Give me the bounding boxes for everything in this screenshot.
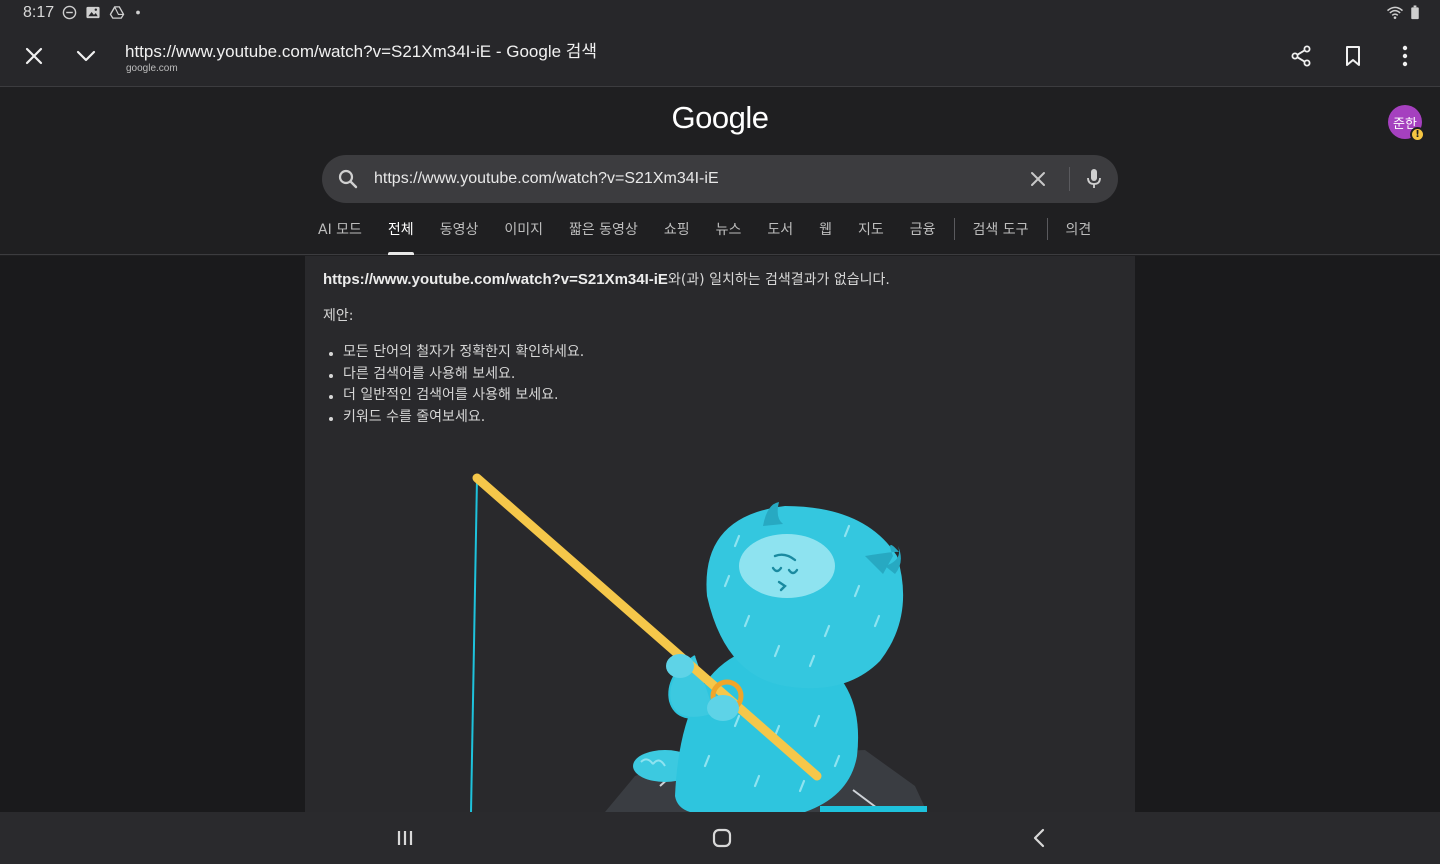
page-title: https://www.youtube.com/watch?v=S21Xm34I… <box>125 42 598 61</box>
avatar-warning-badge: ! <box>1410 127 1425 142</box>
search-header: Google 준한 ! AI 모드 전체 동영상 이미지 짧은 동영상 쇼핑 뉴… <box>0 88 1440 255</box>
minimize-button[interactable] <box>66 36 106 76</box>
tabs-divider <box>1046 218 1048 240</box>
share-icon <box>1291 45 1311 67</box>
more-vert-icon <box>1402 45 1408 67</box>
search-divider <box>1069 167 1070 191</box>
content-margin-right <box>1135 256 1440 812</box>
drive-icon <box>109 6 125 19</box>
custom-tab-toolbar: https://www.youtube.com/watch?v=S21Xm34I… <box>0 26 1440 87</box>
voice-search-button[interactable] <box>1078 163 1110 195</box>
chevron-down-icon <box>76 50 96 62</box>
no-results-illustration <box>470 473 927 812</box>
tab-maps[interactable]: 지도 <box>858 213 884 255</box>
battery-icon <box>1411 5 1419 20</box>
tab-images[interactable]: 이미지 <box>504 213 543 255</box>
home-button[interactable] <box>700 820 744 856</box>
account-avatar[interactable]: 준한 ! <box>1388 105 1425 142</box>
home-icon <box>712 828 732 848</box>
results-panel: https://www.youtube.com/watch?v=S21Xm34I… <box>305 256 1135 812</box>
search-icon <box>338 169 358 189</box>
tab-ai-mode[interactable]: AI 모드 <box>318 213 362 255</box>
wifi-icon <box>1387 6 1403 19</box>
back-button[interactable] <box>1017 820 1061 856</box>
bookmark-icon <box>1346 46 1360 66</box>
system-nav-bar <box>0 812 1440 864</box>
status-time: 8:17 <box>23 4 55 21</box>
tab-shopping[interactable]: 쇼핑 <box>664 213 690 255</box>
bookmark-button[interactable] <box>1333 36 1373 76</box>
recent-apps-button[interactable] <box>383 820 427 856</box>
tab-all[interactable]: 전체 <box>387 213 414 255</box>
page-domain: google.com <box>126 63 178 74</box>
microphone-icon <box>1087 169 1101 188</box>
tab-web[interactable]: 웹 <box>819 213 832 255</box>
dot-icon <box>136 10 140 15</box>
do-not-disturb-icon <box>62 5 77 20</box>
tab-videos[interactable]: 동영상 <box>440 213 479 255</box>
tab-news[interactable]: 뉴스 <box>716 213 742 255</box>
content-margin-left <box>0 256 305 812</box>
search-tabs: AI 모드 전체 동영상 이미지 짧은 동영상 쇼핑 뉴스 도서 웹 지도 금융… <box>318 213 1117 255</box>
tabs-divider <box>953 218 955 240</box>
status-bar: 8:17 <box>0 0 1440 26</box>
google-logo[interactable]: Google <box>0 100 1440 136</box>
image-icon <box>86 6 100 19</box>
clear-search-button[interactable] <box>1022 163 1054 195</box>
close-button[interactable] <box>14 36 54 76</box>
tab-books[interactable]: 도서 <box>767 213 793 255</box>
back-icon <box>1033 828 1045 848</box>
close-icon <box>25 47 43 65</box>
search-box <box>322 155 1118 203</box>
share-button[interactable] <box>1281 36 1321 76</box>
tab-feedback[interactable]: 의견 <box>1066 213 1092 255</box>
tab-short-videos[interactable]: 짧은 동영상 <box>569 213 638 255</box>
recent-apps-icon <box>397 831 413 845</box>
status-icons <box>62 5 143 20</box>
search-input[interactable] <box>374 155 1014 203</box>
tab-search-tools[interactable]: 검색 도구 <box>973 213 1029 255</box>
more-options-button[interactable] <box>1385 36 1425 76</box>
status-right-icons <box>1386 5 1420 20</box>
close-icon <box>1031 172 1045 186</box>
tab-finance[interactable]: 금융 <box>910 213 936 255</box>
